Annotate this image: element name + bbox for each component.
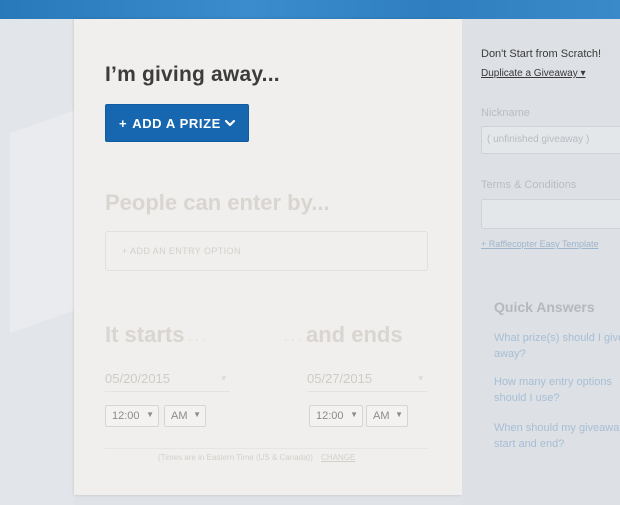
end-time-select[interactable]: 12:00 ▼ [309, 405, 363, 427]
sidebar: Don't Start from Scratch! Duplicate a Gi… [462, 19, 620, 505]
prize-heading: I’m giving away... [105, 63, 280, 86]
chevron-down-icon: ▾ [580, 68, 586, 79]
ends-dots: . . . [284, 329, 303, 344]
timezone-text: (Times are in Eastern Time (US & Canada)… [158, 453, 313, 462]
caret-down-icon: ▼ [350, 410, 358, 419]
calendar-arrow-icon: ▾ [418, 373, 423, 383]
nickname-input[interactable]: ( unfinished giveaway ) [481, 126, 620, 154]
start-time-value: 12:00 [112, 410, 140, 422]
end-time-value: 12:00 [316, 410, 344, 422]
quick-answer-link[interactable]: How many entry options should I use? [494, 374, 620, 406]
duplicate-link-label: Duplicate a Giveaway [481, 68, 578, 79]
plus-icon: + [481, 239, 489, 249]
terms-template-link[interactable]: + Rafflecopter Easy Template [481, 239, 599, 249]
start-time-select[interactable]: 12:00 ▼ [105, 405, 159, 427]
calendar-arrow-icon: ▾ [221, 373, 226, 383]
caret-down-icon: ▼ [146, 410, 154, 419]
end-date-value: 05/27/2015 [307, 371, 373, 386]
quick-answers-title: Quick Answers [494, 299, 595, 315]
top-bar [0, 0, 620, 19]
quick-answer-link[interactable]: When should my giveaway start and end? [494, 420, 620, 452]
divider [105, 448, 428, 449]
scratch-title: Don't Start from Scratch! [481, 48, 602, 60]
end-ampm-select[interactable]: AM ▼ [366, 405, 408, 427]
caret-down-icon: ▼ [193, 410, 201, 419]
nickname-label: Nickname [481, 107, 530, 119]
end-ampm-value: AM [373, 410, 390, 422]
start-date-field[interactable]: 05/20/2015 ▾ [105, 366, 230, 392]
giveaway-editor-panel: I’m giving away... + ADD A PRIZE People … [74, 19, 462, 495]
entry-heading: People can enter by... [105, 190, 330, 215]
duplicate-giveaway-link[interactable]: Duplicate a Giveaway ▾ [481, 68, 586, 79]
left-background [0, 19, 74, 505]
add-prize-button[interactable]: + ADD A PRIZE [105, 104, 249, 142]
change-timezone-link[interactable]: CHANGE [321, 453, 355, 462]
start-ampm-value: AM [171, 410, 188, 422]
chevron-down-icon [224, 119, 236, 127]
quick-answer-link[interactable]: What prize(s) should I give away? [494, 330, 620, 362]
ends-heading: and ends [306, 322, 403, 347]
start-date-value: 05/20/2015 [105, 371, 171, 386]
end-date-field[interactable]: 05/27/2015 ▾ [307, 366, 427, 392]
terms-template-label: Rafflecopter Easy Template [488, 239, 599, 249]
start-ampm-select[interactable]: AM ▼ [164, 405, 206, 427]
add-prize-label: ADD A PRIZE [132, 115, 221, 131]
add-entry-option-button[interactable]: + ADD AN ENTRY OPTION [105, 231, 428, 271]
plus-icon: + [119, 115, 128, 131]
starts-heading: It starts [105, 322, 185, 347]
timezone-note: (Times are in Eastern Time (US & Canada)… [158, 453, 355, 462]
starts-dots: . . . [188, 329, 207, 344]
terms-input[interactable] [481, 199, 620, 229]
terms-label: Terms & Conditions [481, 179, 577, 191]
caret-down-icon: ▼ [395, 410, 403, 419]
